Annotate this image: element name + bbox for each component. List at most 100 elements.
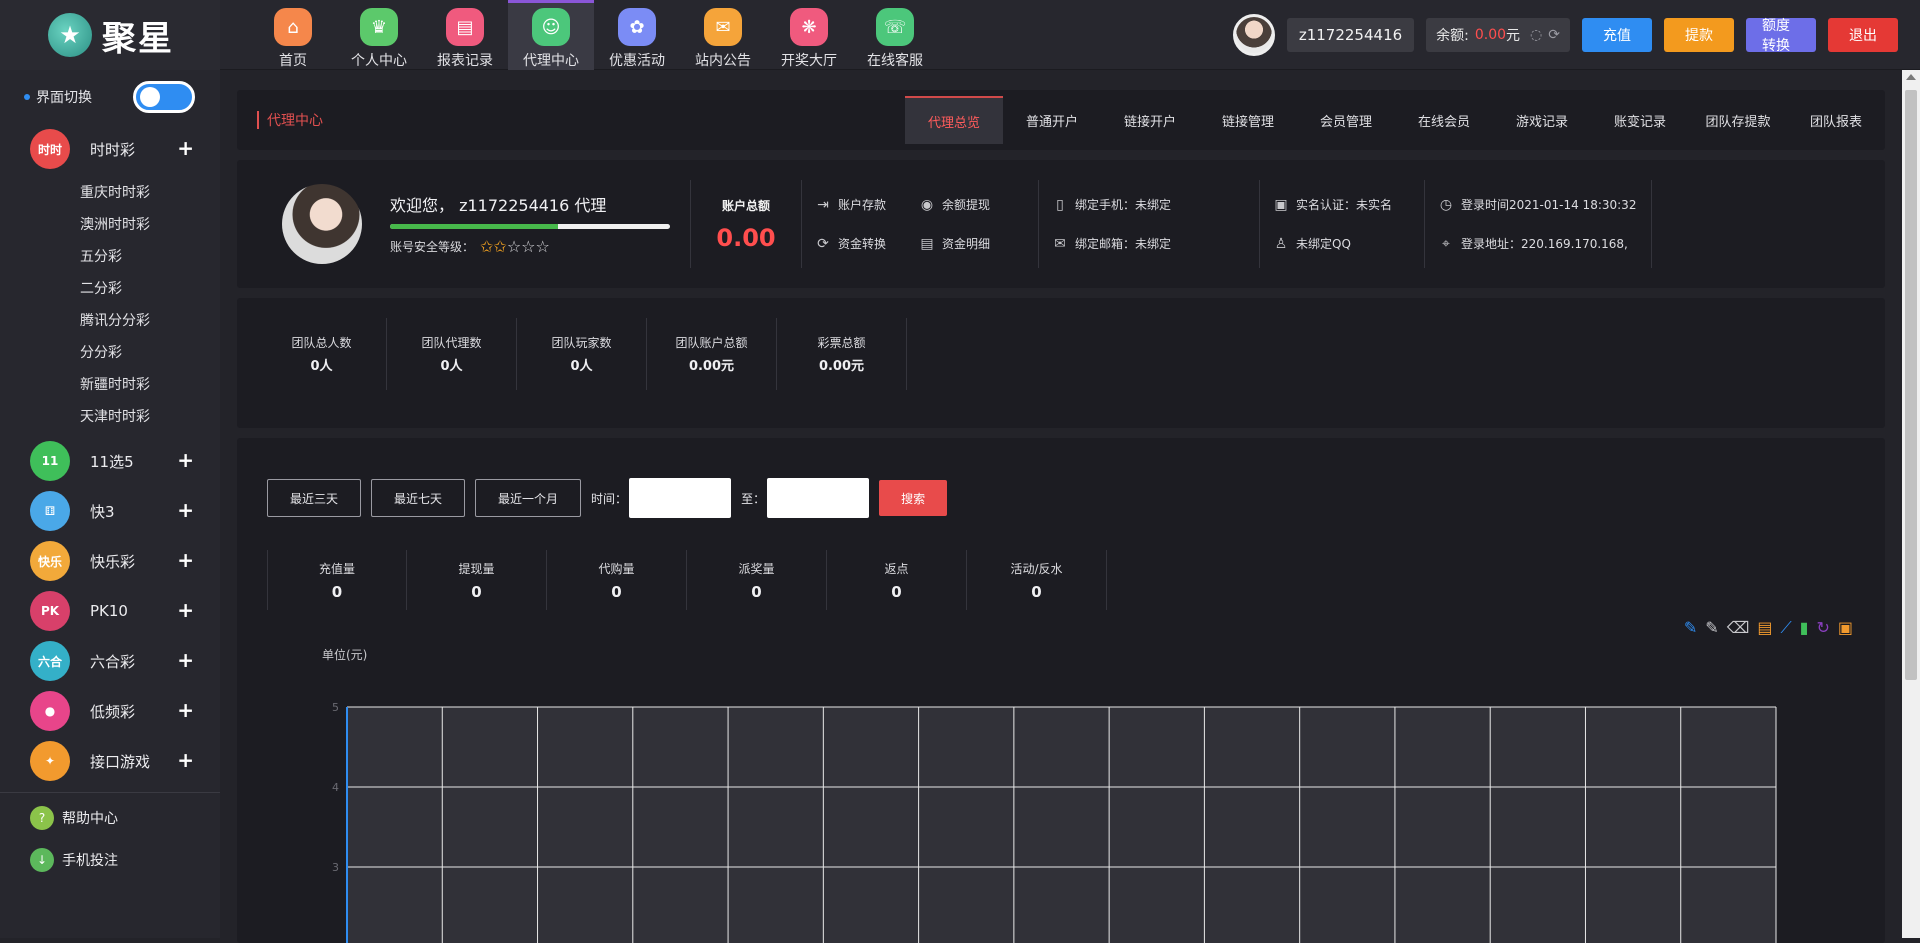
- sidebar-category-pk10[interactable]: PK PK10 +: [0, 586, 220, 636]
- profile-avatar: [282, 184, 362, 264]
- quick-link-deposit[interactable]: ⇥ 账户存款: [816, 196, 920, 213]
- nav-label: 代理中心: [523, 53, 579, 69]
- logout-button[interactable]: 退出: [1828, 18, 1898, 52]
- nav-item-report[interactable]: ▤ 报表记录: [422, 0, 508, 70]
- star-icon: ✩: [493, 237, 507, 256]
- recharge-button[interactable]: 充值: [1582, 18, 1652, 52]
- nav-item-mail[interactable]: ✉ 站内公告: [680, 0, 766, 70]
- sidebar-category-kuailecai[interactable]: 快乐 快乐彩 +: [0, 536, 220, 586]
- sidebar-subitem[interactable]: 腾讯分分彩: [0, 304, 220, 336]
- plus-icon[interactable]: +: [177, 748, 194, 772]
- balance-unit: 元: [1506, 28, 1521, 44]
- tab-6[interactable]: 游戏记录: [1493, 96, 1591, 144]
- nav-label: 优惠活动: [609, 53, 665, 69]
- mail-icon: ✉: [1054, 235, 1066, 252]
- tab-2[interactable]: 链接开户: [1101, 96, 1199, 144]
- nav-item-agent[interactable]: ☺ 代理中心: [508, 0, 594, 70]
- sidebar-category-api-game[interactable]: ✦ 接口游戏 +: [0, 736, 220, 786]
- tab-8[interactable]: 团队存提款: [1689, 96, 1787, 144]
- tab-7[interactable]: 账变记录: [1591, 96, 1689, 144]
- sidebar-link-help[interactable]: ? 帮助中心: [0, 797, 220, 839]
- category-label: 快乐彩: [90, 552, 136, 571]
- plus-icon[interactable]: +: [177, 648, 194, 672]
- sidebar-subitem[interactable]: 新疆时时彩: [0, 368, 220, 400]
- liuhecai-icon: 六合: [30, 641, 70, 681]
- deposit-icon: ⇥: [817, 196, 829, 213]
- breadcrumb: 代理中心: [257, 111, 323, 129]
- report-chart: 5 4 3: [332, 701, 1777, 943]
- ui-switch-label-wrap: 界面切换: [24, 87, 92, 107]
- gift-icon: ✿: [618, 8, 656, 46]
- plus-icon[interactable]: +: [177, 136, 194, 160]
- account-total-value: 0.00: [716, 223, 776, 252]
- team-stats-panel: 团队总人数 0人 团队代理数 0人 团队玩家数 0人 团队账户总额 0.00元 彩票总额 0.00…: [237, 298, 1885, 428]
- info-text: 绑定手机：未绑定: [1075, 198, 1172, 212]
- plus-icon[interactable]: +: [177, 498, 194, 522]
- account-total-label: 账户总额: [721, 198, 770, 213]
- scroll-up-icon[interactable]: [1906, 74, 1916, 80]
- sidebar-subitem[interactable]: 五分彩: [0, 240, 220, 272]
- quick-link-detail[interactable]: ▤ 资金明细: [920, 235, 1024, 252]
- report-icon: ▤: [446, 8, 484, 46]
- tab-5[interactable]: 在线会员: [1395, 96, 1493, 144]
- sidebar-category-k3[interactable]: ⚅ 快3 +: [0, 486, 220, 536]
- location-icon: ⌖: [1442, 235, 1450, 252]
- logo[interactable]: ★ 聚星: [0, 0, 220, 70]
- nav-item-home[interactable]: ⌂ 首页: [250, 0, 336, 70]
- category-label: 低频彩: [90, 702, 136, 721]
- welcome-text: 欢迎您， z1172254416 代理: [390, 196, 607, 215]
- qq-icon: ♙: [1274, 235, 1288, 252]
- nav-item-service[interactable]: ☏ 在线客服: [852, 0, 938, 70]
- kuailecai-icon: 快乐: [30, 541, 70, 581]
- sub-list: 重庆时时彩 澳洲时时彩 五分彩 二分彩 腾讯分分彩 分分彩 新疆时时彩 天津时时彩: [0, 174, 220, 436]
- info-text: 登录时间2021-01-14 18:30:32: [1461, 198, 1637, 212]
- avatar[interactable]: [1232, 14, 1275, 56]
- plus-icon[interactable]: +: [177, 698, 194, 722]
- dipincai-icon: ●: [30, 691, 70, 731]
- sidebar-subitem[interactable]: 天津时时彩: [0, 400, 220, 432]
- tab-1[interactable]: 普通开户: [1003, 96, 1101, 144]
- team-stat-value: 0人: [310, 359, 333, 374]
- detail-icon: ▤: [920, 235, 934, 252]
- team-stat-label: 团队总人数: [291, 336, 352, 350]
- tab-3[interactable]: 链接管理: [1199, 96, 1297, 144]
- team-stat-label: 团队玩家数: [551, 336, 612, 350]
- tab-9[interactable]: 团队报表: [1787, 96, 1885, 144]
- sidebar-category-liuhecai[interactable]: 六合 六合彩 +: [0, 636, 220, 686]
- ui-switch-row: 界面切换: [0, 70, 220, 124]
- sidebar-subitem[interactable]: 澳洲时时彩: [0, 208, 220, 240]
- eye-hidden-icon[interactable]: ◌: [1530, 27, 1542, 43]
- divider: [1651, 180, 1652, 268]
- page-scrollbar[interactable]: [1902, 70, 1920, 938]
- tab-4[interactable]: 会员管理: [1297, 96, 1395, 144]
- sidebar-link-download[interactable]: ↓ 手机投注: [0, 839, 220, 881]
- sidebar-subitem[interactable]: 重庆时时彩: [0, 176, 220, 208]
- scroll-thumb[interactable]: [1905, 90, 1917, 680]
- tab-0[interactable]: 代理总览: [905, 96, 1003, 144]
- team-stat-label: 团队代理数: [421, 336, 482, 350]
- plus-icon[interactable]: +: [177, 548, 194, 572]
- refresh-icon[interactable]: ⟳: [1548, 27, 1560, 43]
- pk10-icon: PK: [30, 591, 70, 631]
- nav-item-lottery[interactable]: ❋ 开奖大厅: [766, 0, 852, 70]
- transfer-button[interactable]: 额度转换: [1746, 18, 1816, 54]
- sidebar-subitem[interactable]: 分分彩: [0, 336, 220, 368]
- plus-icon[interactable]: +: [177, 448, 194, 472]
- nav-label: 报表记录: [437, 53, 493, 69]
- nav-item-gift[interactable]: ✿ 优惠活动: [594, 0, 680, 70]
- quick-link-exchange[interactable]: ⟳ 资金转换: [816, 235, 920, 252]
- ui-switch-toggle[interactable]: [133, 81, 195, 113]
- sidebar-category-dipincai[interactable]: ● 低频彩 +: [0, 686, 220, 736]
- sidebar-category-shishicai[interactable]: 时时 时时彩 +: [0, 124, 220, 174]
- quick-link-withdraw[interactable]: ◉ 余额提现: [920, 196, 1024, 213]
- sidebar-category-11x5[interactable]: 11 11选5 +: [0, 436, 220, 486]
- info-row-qq: ♙ 未绑定QQ: [1274, 235, 1410, 252]
- nav-item-crown[interactable]: ♛ 个人中心: [336, 0, 422, 70]
- withdraw-button[interactable]: 提款: [1664, 18, 1734, 52]
- sidebar-subitem[interactable]: 二分彩: [0, 272, 220, 304]
- dot-icon: [24, 94, 30, 100]
- plus-icon[interactable]: +: [177, 598, 194, 622]
- sidebar: 界面切换 时时 时时彩 + 重庆时时彩 澳洲时时彩 五分彩 二分彩 腾讯分分彩 分分彩 新疆时时彩…: [0, 70, 220, 938]
- profile-info: 欢迎您， z1172254416 代理 账号安全等级： ✩✩☆☆☆: [390, 192, 690, 256]
- info-row-clock: ◷ 登录时间2021-01-14 18:30:32: [1439, 196, 1637, 213]
